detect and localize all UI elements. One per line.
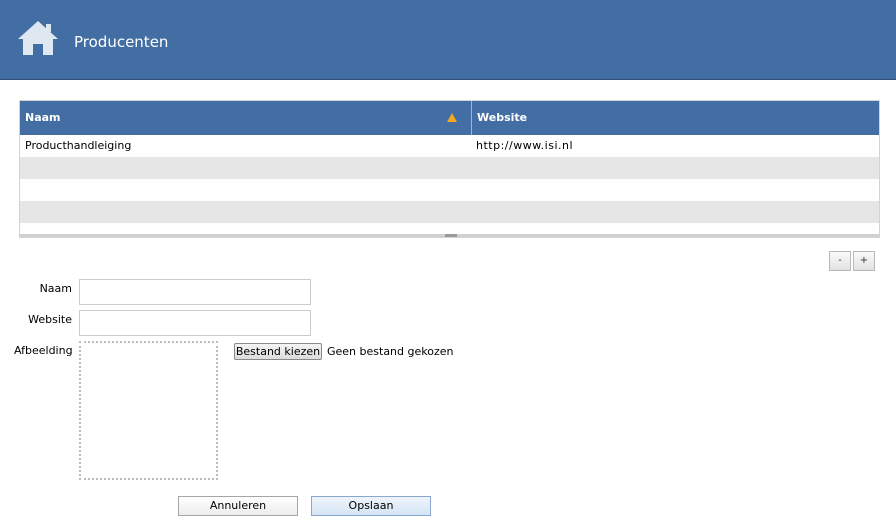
header-bar: Producenten [0,0,896,80]
sort-ascending-icon[interactable] [447,113,457,122]
table-row[interactable]: Producthandleiging http://www.isi.nl [20,135,879,157]
naam-label: Naam [39,282,72,295]
cell-website [471,179,879,201]
column-header-website-label: Website [477,111,528,124]
cell-naam: Producthandleiging [25,139,132,152]
cancel-button[interactable]: Annuleren [178,496,298,516]
column-header-website[interactable]: Website [471,101,879,135]
page-title: Producenten [74,33,169,51]
cell-website [471,157,879,179]
table-row[interactable] [20,201,879,223]
naam-field[interactable] [79,279,311,305]
grid-header: Naam Website [20,101,879,135]
cell-naam [20,179,471,201]
table-row[interactable] [20,157,879,179]
cell-naam [20,157,471,179]
table-row[interactable] [20,179,879,201]
file-status-text: Geen bestand gekozen [327,345,454,358]
afbeelding-label: Afbeelding [14,344,73,357]
add-row-button[interactable]: + [853,251,875,271]
column-header-naam[interactable]: Naam [20,101,471,135]
cell-website [471,201,879,223]
choose-file-button[interactable]: Bestand kiezen [234,343,322,360]
home-icon[interactable] [17,20,59,56]
website-field[interactable] [79,310,311,336]
remove-row-button[interactable]: - [829,251,851,271]
column-header-naam-label: Naam [25,111,61,124]
save-button[interactable]: Opslaan [311,496,431,516]
cell-naam [20,201,471,223]
image-dropzone[interactable] [79,341,218,480]
grid-resize-handle[interactable] [445,234,457,237]
producers-grid: Naam Website Producthandleiging http://w… [19,100,880,238]
website-label: Website [28,313,72,326]
cell-website: http://www.isi.nl [476,139,574,152]
